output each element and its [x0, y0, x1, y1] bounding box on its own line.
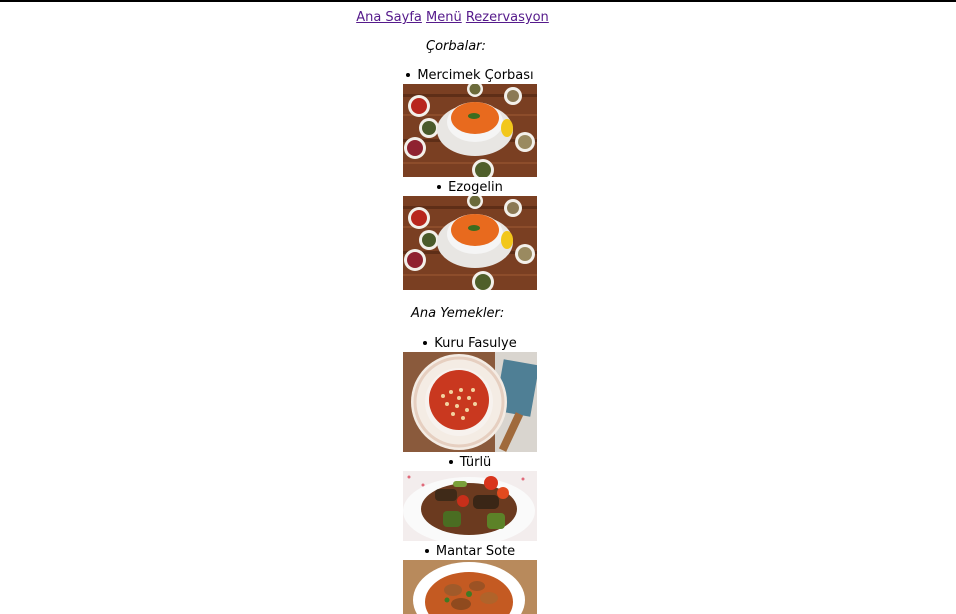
menu-item: Ezogelin — [403, 180, 537, 196]
menu-item-name: Kuru Fasulye — [434, 336, 517, 351]
vegetable-stew-image — [403, 471, 537, 541]
bullet-icon — [437, 184, 442, 189]
top-border — [0, 0, 956, 2]
mushroom-saute-image — [403, 560, 537, 614]
menu-item-name: Türlü — [459, 455, 492, 470]
nav-link-reservation[interactable]: Rezervasyon — [466, 10, 549, 25]
bullet-icon — [448, 459, 453, 464]
menu-item: Türlü — [403, 455, 537, 471]
menu-item: Mercimek Çorbası — [403, 68, 537, 84]
menu-item-name: Mercimek Çorbası — [417, 68, 534, 83]
ezogelin-soup-image — [403, 196, 537, 290]
lentil-soup-image — [403, 84, 537, 177]
bullet-icon — [424, 548, 429, 553]
nav-link-home[interactable]: Ana Sayfa — [356, 10, 422, 25]
bullet-icon — [423, 340, 428, 345]
main-nav: Ana Sayfa Menü Rezervasyon — [0, 9, 905, 27]
category-title-mains: Ana Yemekler: — [411, 306, 505, 321]
bullet-icon — [406, 72, 411, 77]
menu-item: Mantar Sote — [403, 544, 537, 560]
category-title-soups: Çorbalar: — [426, 39, 486, 54]
menu-item: Kuru Fasulye — [403, 336, 537, 352]
menu-item-name: Mantar Sote — [435, 544, 516, 559]
bean-stew-image — [403, 352, 537, 452]
menu-item-name: Ezogelin — [448, 180, 503, 195]
nav-link-menu[interactable]: Menü — [426, 10, 462, 25]
